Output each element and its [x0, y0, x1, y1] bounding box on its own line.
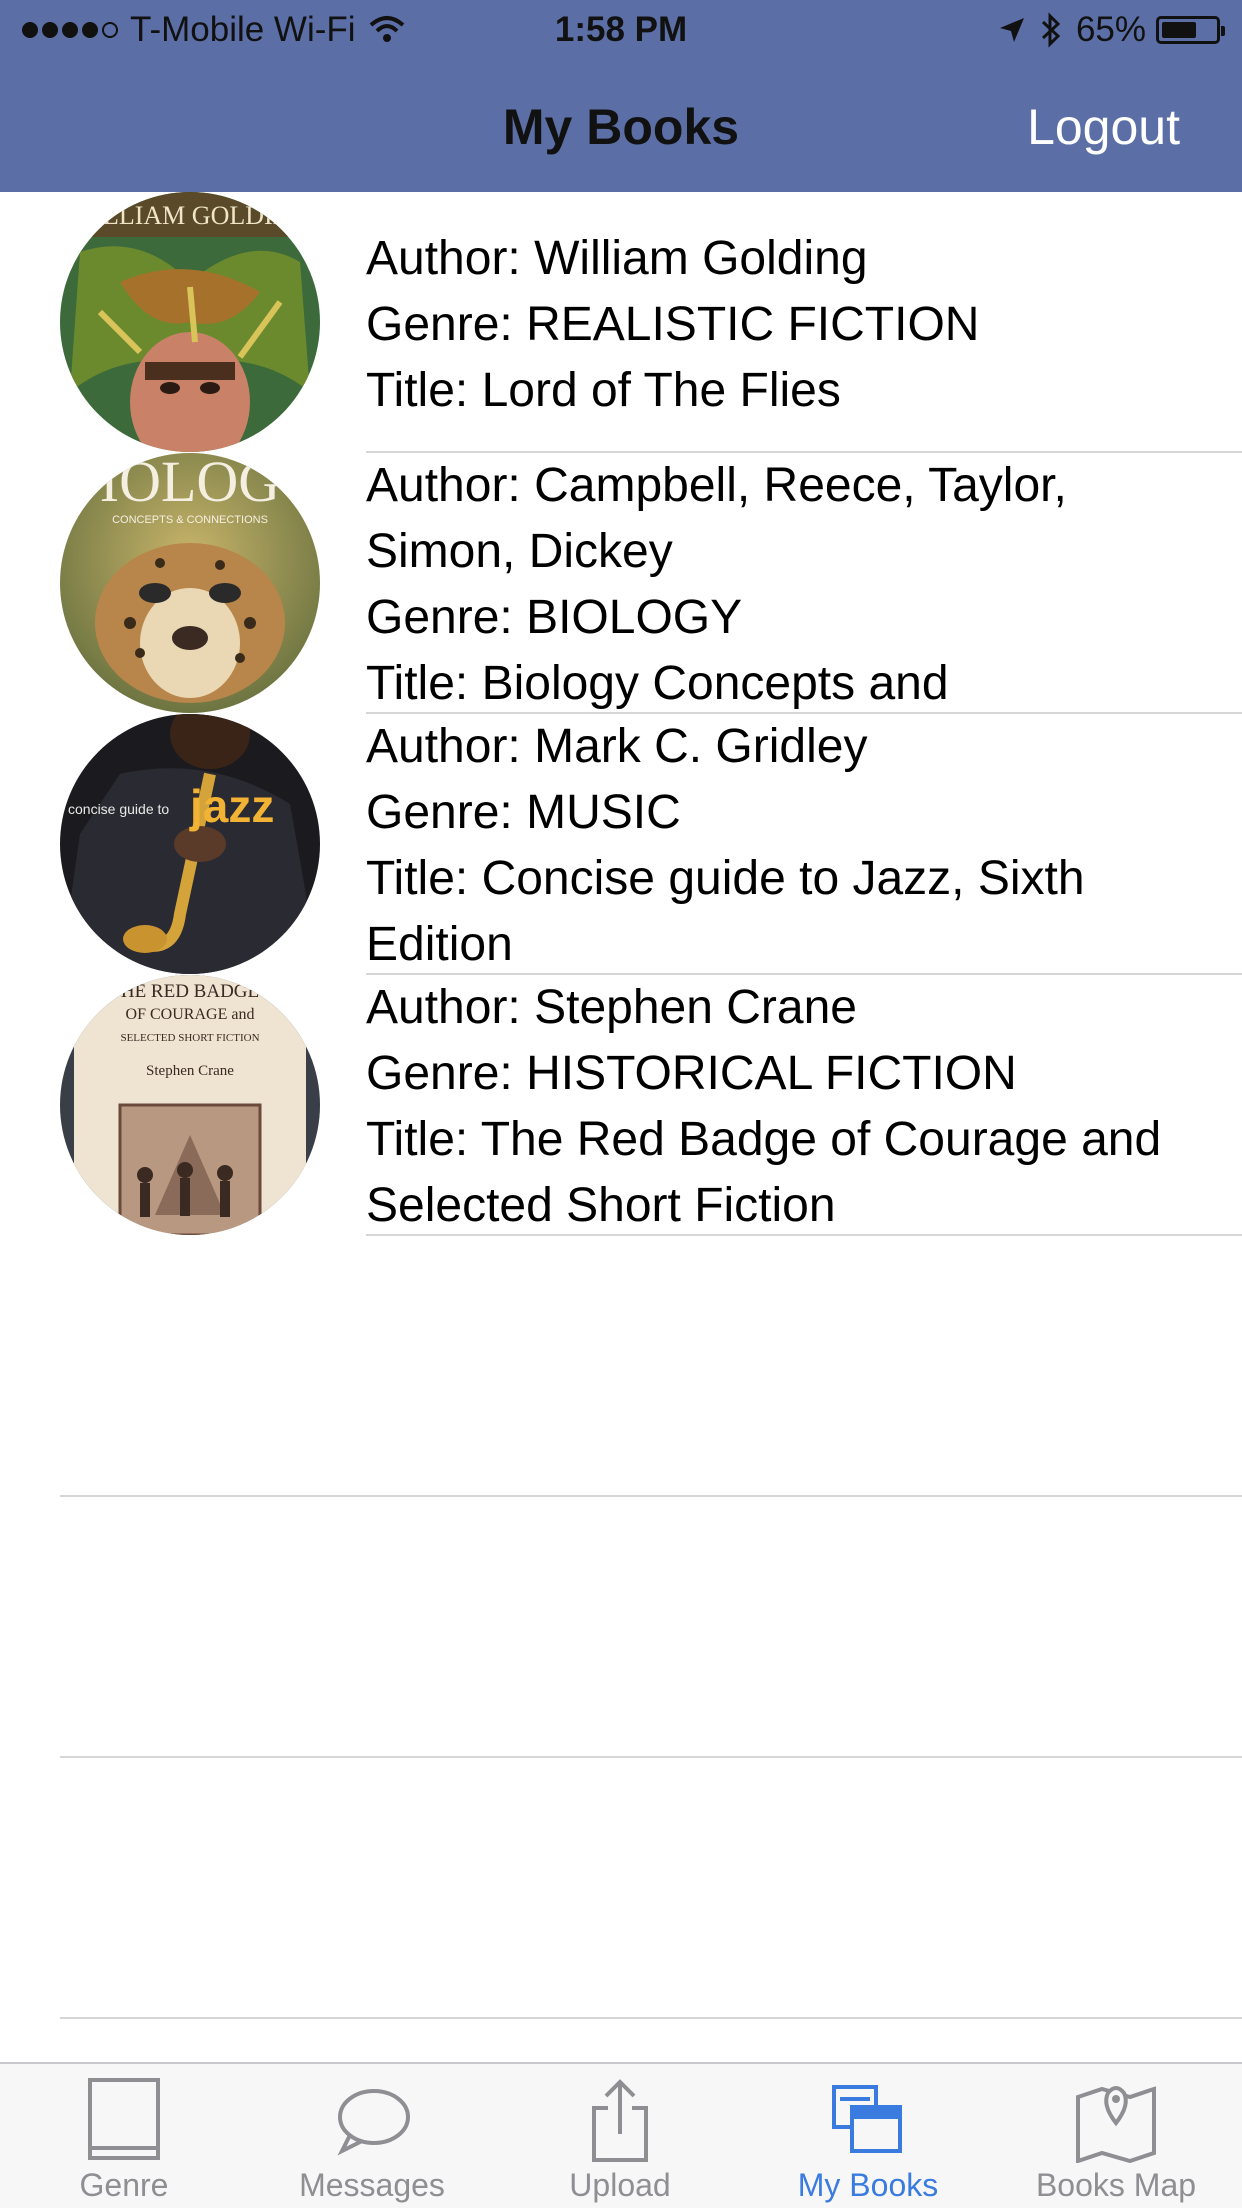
- biology-cover-icon: IOLOG CONCEPTS & CONNECTIONS: [60, 453, 320, 713]
- empty-row: [0, 1236, 1242, 1497]
- tab-upload[interactable]: Upload: [496, 2064, 744, 2210]
- bluetooth-icon: [1041, 12, 1061, 48]
- tab-label: Books Map: [1035, 2167, 1197, 2203]
- book-info: Author: William Golding Genre: REALISTIC…: [366, 226, 1206, 453]
- tab-label: Upload: [569, 2167, 671, 2203]
- location-arrow-icon: [999, 18, 1024, 42]
- tab-genre[interactable]: Genre: [0, 2064, 248, 2210]
- svg-text:HE RED BADGE: HE RED BADGE: [121, 981, 259, 1002]
- battery-percent: 65%: [1075, 10, 1146, 49]
- svg-text:CONCEPTS & CONNECTIONS: CONCEPTS & CONNECTIONS: [112, 514, 268, 526]
- speech-bubble-icon: [337, 2089, 410, 2156]
- book-author: Author: Mark C. Gridley: [366, 720, 868, 773]
- battery-icon: [1156, 16, 1225, 44]
- row-separator: [60, 2017, 1242, 2019]
- logout-button[interactable]: Logout: [1027, 98, 1180, 156]
- book-info: Author: Stephen Crane Genre: HISTORICAL …: [366, 975, 1206, 1236]
- svg-text:OF COURAGE and: OF COURAGE and: [126, 1006, 255, 1023]
- book-genre: Genre: REALISTIC FICTION: [366, 298, 980, 351]
- book-title: Title: Biology Concepts and: [366, 657, 949, 710]
- book-row[interactable]: IOLOG CONCEPTS & CONNECTIONS Author: Cam…: [0, 453, 1242, 714]
- tab-label: My Books: [797, 2167, 939, 2203]
- book-title: Title: The Red Badge of Courage and Sele…: [366, 1113, 1162, 1232]
- book-author: Author: Campbell, Reece, Taylor, Simon, …: [366, 459, 1067, 578]
- book-author: Author: William Golding: [366, 232, 868, 285]
- battery-fill: [1162, 22, 1196, 38]
- tab-label: Genre: [79, 2167, 169, 2203]
- lord-of-the-flies-cover-icon: WILLIAM GOLDING: [60, 192, 320, 452]
- book-author: Author: Stephen Crane: [366, 981, 857, 1034]
- book-icon: [88, 2078, 160, 2160]
- book-row[interactable]: concise guide to jazz Author: Mark C. Gr…: [0, 714, 1242, 975]
- svg-text:concise guide to: concise guide to: [68, 801, 169, 817]
- book-genre: Genre: BIOLOGY: [366, 591, 743, 644]
- jazz-cover-icon: concise guide to jazz: [60, 714, 320, 974]
- status-bar: T-Mobile Wi-Fi 1:58 PM 65%: [0, 0, 1242, 62]
- svg-text:SELECTED SHORT FICTION: SELECTED SHORT FICTION: [120, 1032, 259, 1044]
- book-row[interactable]: WILLIAM GOLDING Author: William Golding …: [0, 192, 1242, 453]
- empty-row: [0, 1497, 1242, 1758]
- book-info: Author: Mark C. Gridley Genre: MUSIC Tit…: [366, 714, 1206, 975]
- map-pin-icon: [1076, 2086, 1156, 2163]
- book-info: Author: Campbell, Reece, Taylor, Simon, …: [366, 453, 1206, 714]
- book-title: Title: Lord of The Flies: [366, 364, 841, 417]
- book-genre: Genre: MUSIC: [366, 786, 681, 839]
- share-upload-icon: [592, 2079, 648, 2162]
- book-title: Title: Concise guide to Jazz, Sixth Edit…: [366, 852, 1085, 971]
- navigation-bar: My Books Logout: [0, 62, 1242, 192]
- tab-label: Messages: [299, 2167, 445, 2203]
- svg-text:Stephen Crane: Stephen Crane: [146, 1063, 234, 1079]
- book-genre: Genre: HISTORICAL FICTION: [366, 1047, 1017, 1100]
- top-bar: T-Mobile Wi-Fi 1:58 PM 65% My Books Logo…: [0, 0, 1242, 192]
- status-right: 65%: [998, 10, 1225, 50]
- tab-bar: Genre Messages Upload My Books Books Map: [0, 2062, 1242, 2208]
- books-stack-icon: [832, 2085, 902, 2153]
- empty-row: [0, 1758, 1242, 2019]
- svg-text:jazz: jazz: [189, 780, 274, 832]
- red-badge-cover-icon: HE RED BADGE OF COURAGE and SELECTED SHO…: [60, 975, 320, 1235]
- tab-messages[interactable]: Messages: [248, 2064, 496, 2210]
- svg-text:IOLOG: IOLOG: [100, 453, 280, 514]
- tab-books-map[interactable]: Books Map: [992, 2064, 1240, 2210]
- tab-my-books[interactable]: My Books: [744, 2064, 992, 2210]
- book-row[interactable]: HE RED BADGE OF COURAGE and SELECTED SHO…: [0, 975, 1242, 1236]
- svg-text:WILLIAM GOLDING: WILLIAM GOLDING: [70, 201, 310, 230]
